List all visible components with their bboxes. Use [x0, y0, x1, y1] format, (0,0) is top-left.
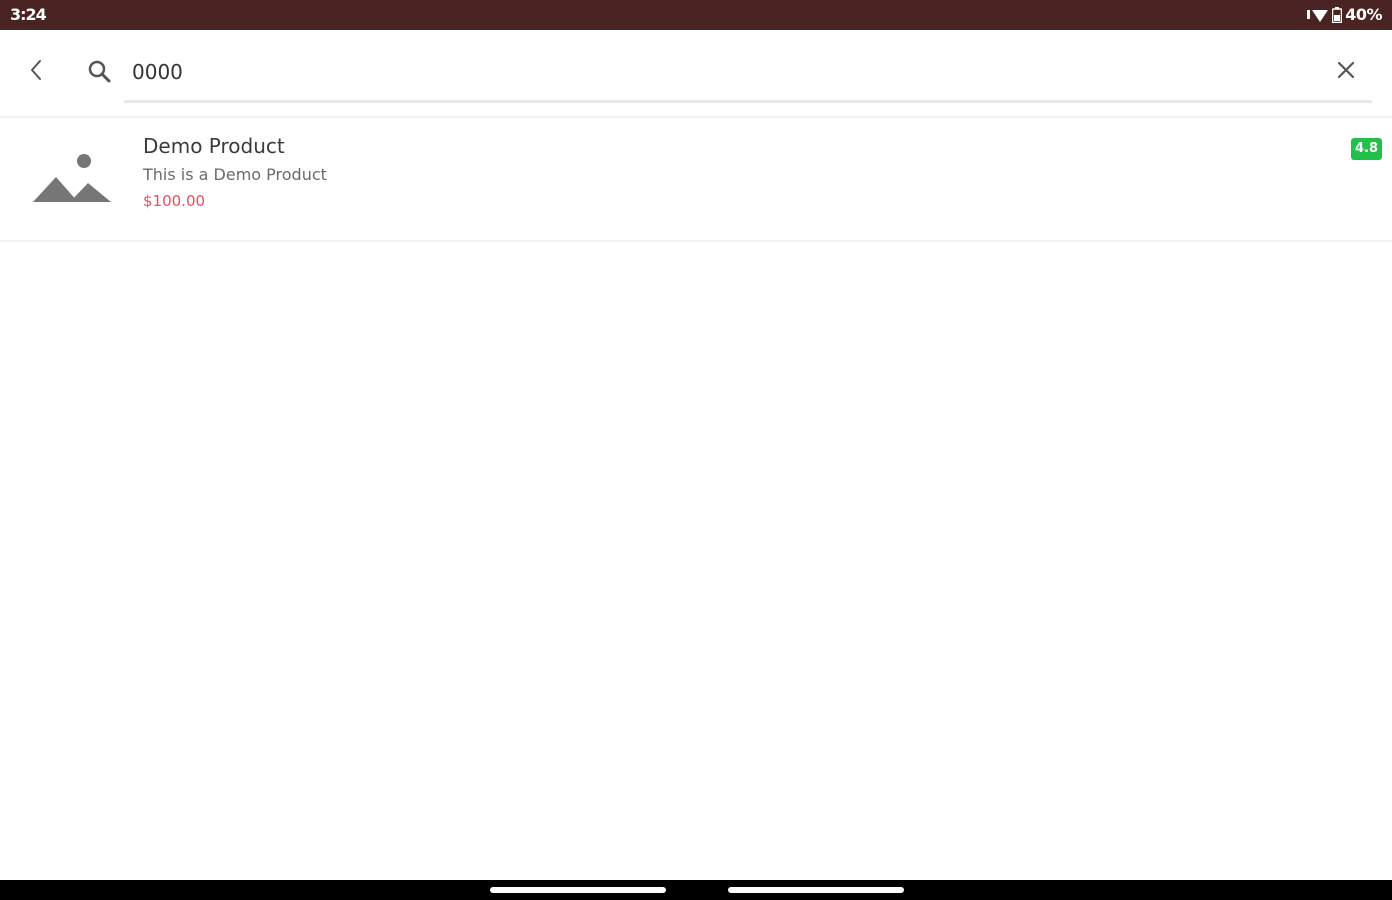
status-icons: 40%: [1307, 5, 1382, 24]
nav-handle-left[interactable]: [490, 887, 666, 893]
wifi-icon: [1307, 7, 1329, 23]
search-input[interactable]: [124, 54, 1320, 90]
status-bar: 3:24 40%: [0, 0, 1392, 30]
nav-handle-right[interactable]: [728, 887, 904, 893]
image-placeholder-icon: [28, 146, 116, 210]
row-divider: [0, 240, 1392, 242]
product-description: This is a Demo Product: [143, 165, 327, 184]
list-item[interactable]: Demo Product This is a Demo Product $100…: [0, 118, 1392, 240]
close-icon: [1336, 60, 1356, 84]
back-button[interactable]: [20, 56, 52, 88]
back-arrow-icon: [28, 58, 44, 86]
status-time: 3:24: [10, 5, 47, 24]
clear-search-button[interactable]: [1330, 56, 1362, 88]
product-price: $100.00: [143, 192, 206, 210]
search-bar: [0, 30, 1392, 116]
battery-percent: 40%: [1345, 5, 1382, 24]
battery-icon: [1332, 6, 1343, 23]
rating-badge: 4.8: [1350, 138, 1382, 160]
search-icon: [86, 58, 114, 86]
navigation-bar: [0, 880, 1392, 900]
search-underline: [124, 100, 1372, 103]
product-name: Demo Product: [143, 134, 285, 158]
